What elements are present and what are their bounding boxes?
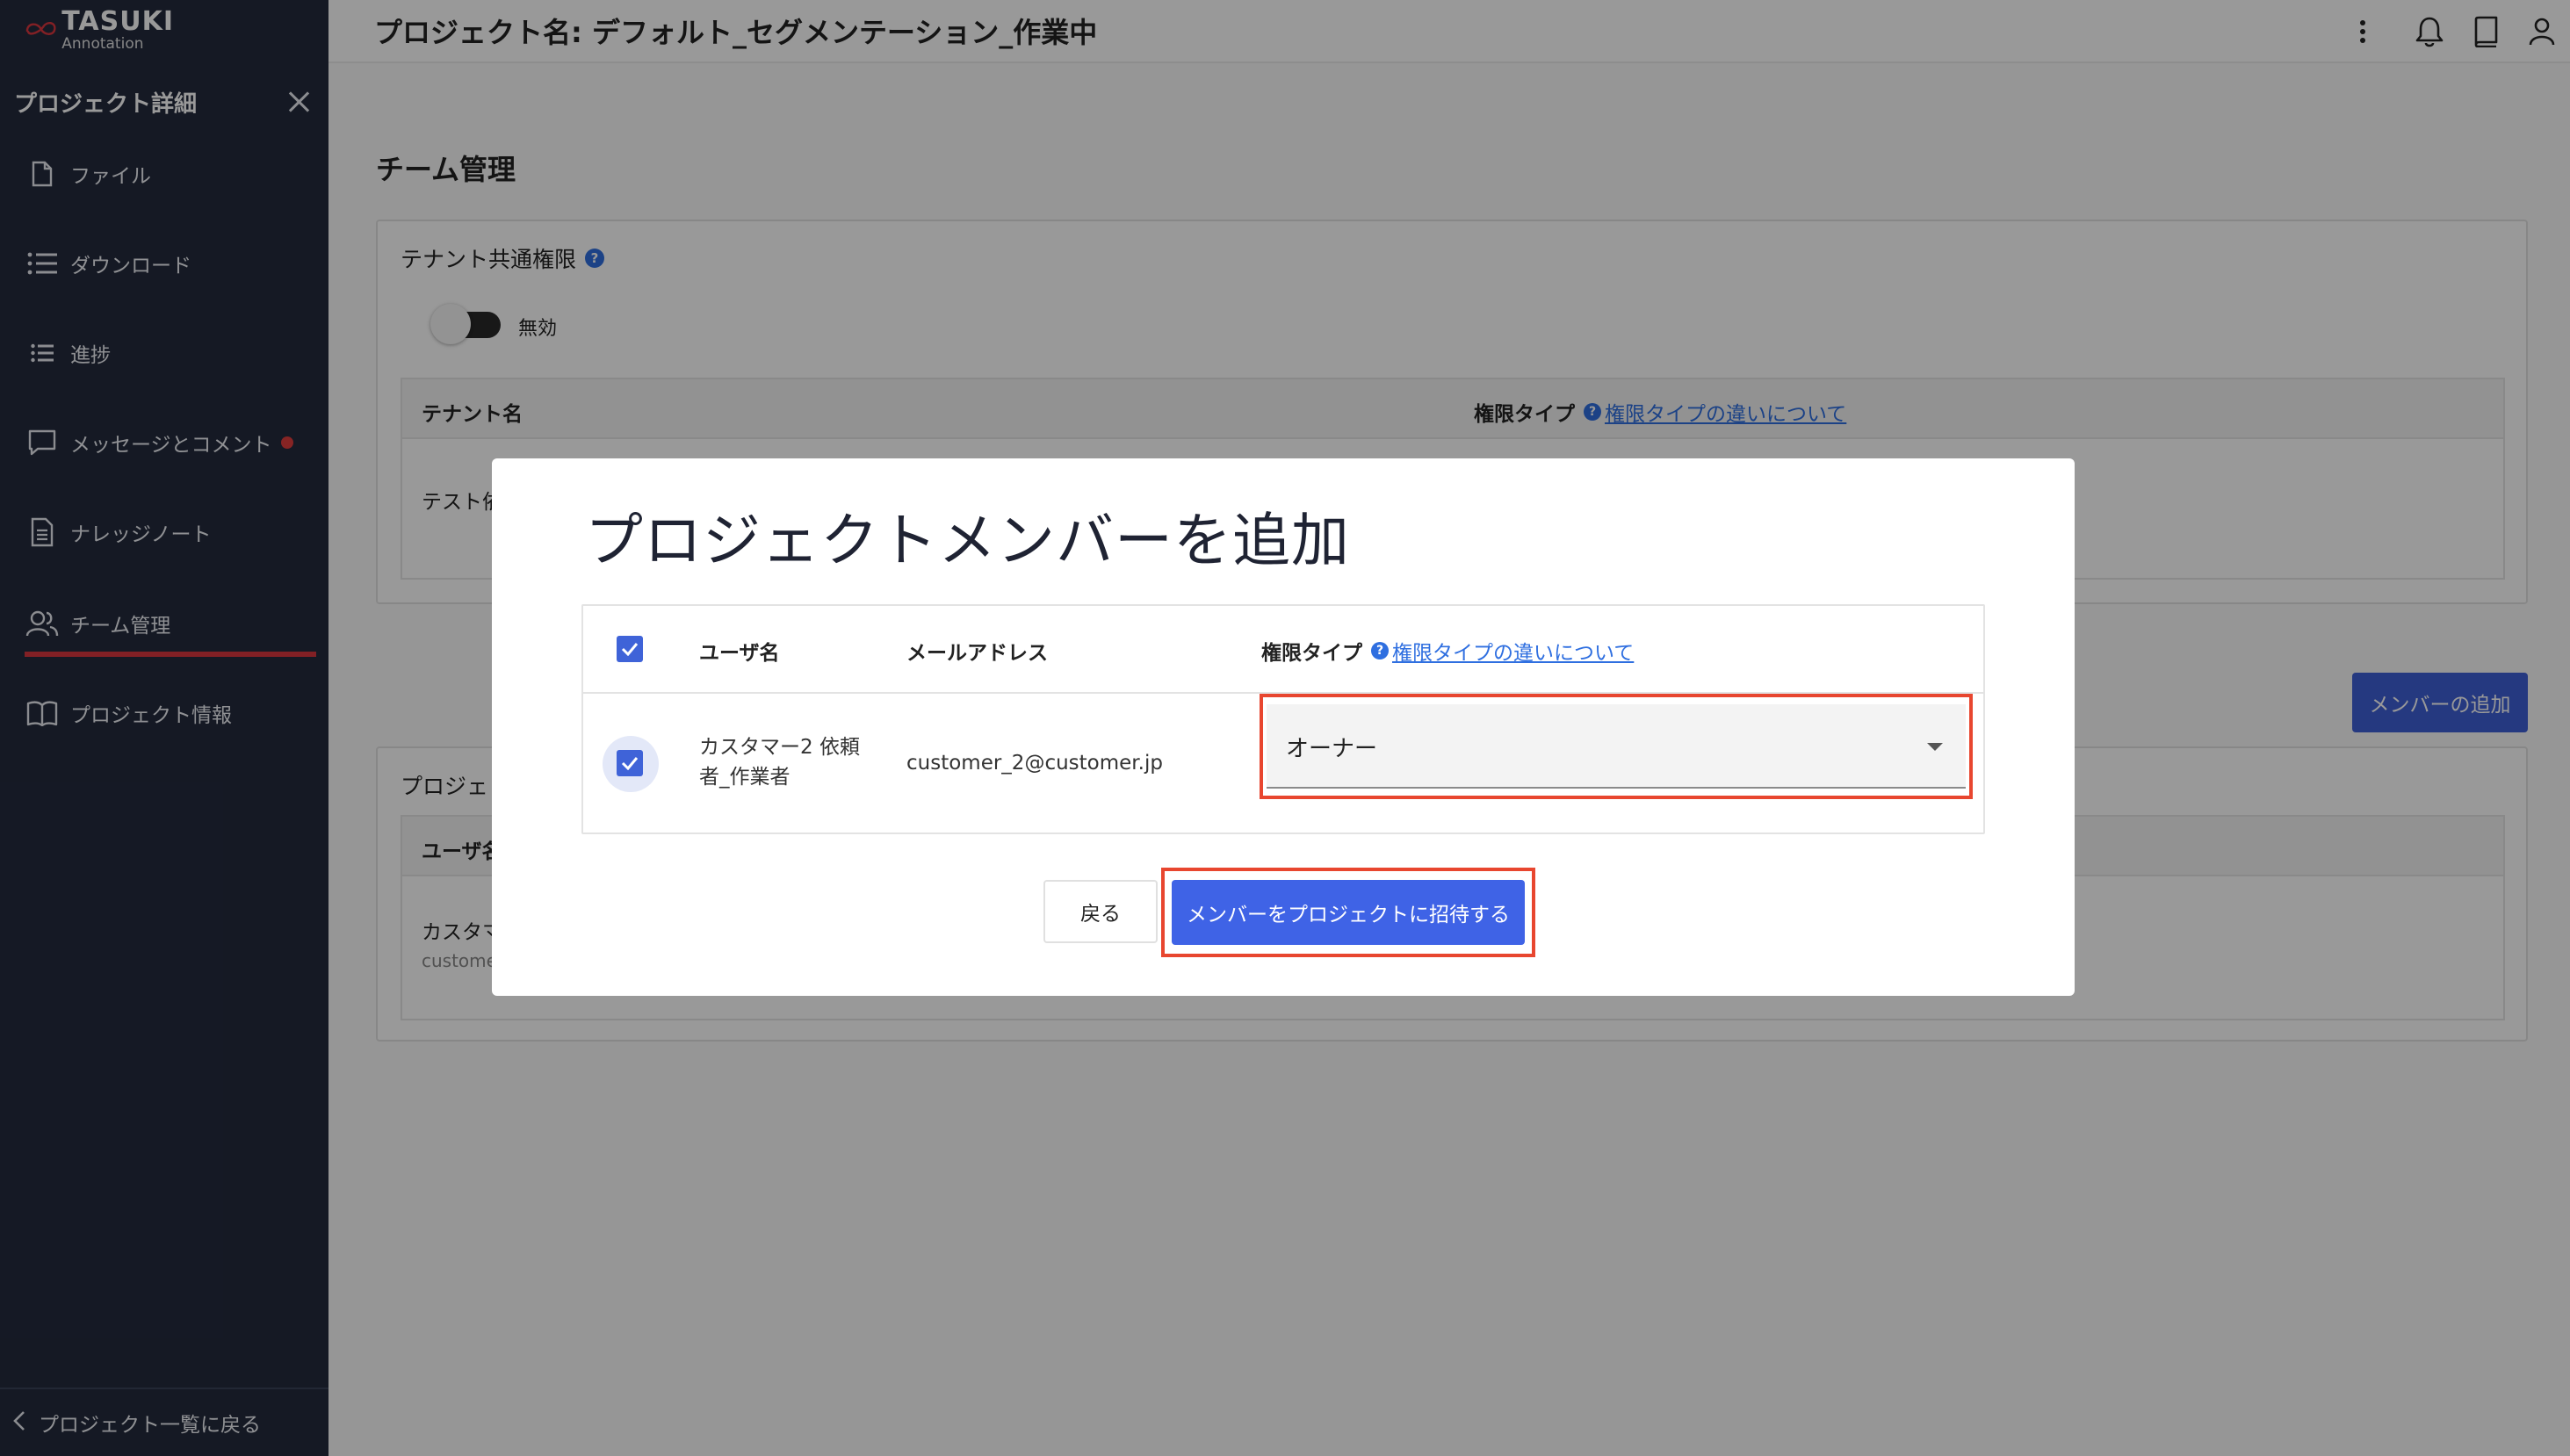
back-button[interactable]: 戻る: [1043, 880, 1158, 943]
permission-select-highlight: オーナー: [1260, 694, 1973, 799]
invite-button-highlight: メンバーをプロジェクトに招待する: [1161, 868, 1535, 957]
col-permission-label: 権限タイプ: [1261, 642, 1362, 665]
invite-member-button[interactable]: メンバーをプロジェクトに招待する: [1172, 880, 1525, 945]
member-selection-table: ユーザ名 メールアドレス 権限タイプ ? 権限タイプの違いについて カスタマー2…: [581, 604, 1985, 834]
col-email: メールアドレス: [906, 642, 1048, 665]
col-user-name: ユーザ名: [699, 642, 780, 665]
member-row-checkbox[interactable]: [617, 750, 643, 776]
chevron-down-icon: [1927, 743, 1943, 751]
permission-select[interactable]: オーナー: [1267, 704, 1966, 789]
permission-help-link[interactable]: 権限タイプの違いについて: [1392, 636, 1634, 666]
member-name-line1: カスタマー2 依頼: [699, 736, 860, 759]
col-permission-type: 権限タイプ ? 権限タイプの違いについて: [1261, 636, 1634, 666]
member-table-header: ユーザ名 メールアドレス 権限タイプ ? 権限タイプの違いについて: [583, 606, 1983, 694]
help-icon[interactable]: ?: [1371, 642, 1389, 660]
member-name-line2: 者_作業者: [699, 766, 790, 789]
member-email: customer_2@customer.jp: [906, 752, 1163, 775]
checkmark-icon: [621, 757, 639, 770]
permission-select-value: オーナー: [1286, 736, 1378, 762]
add-member-dialog: プロジェクトメンバーを追加 ユーザ名 メールアドレス 権限タイプ ? 権限タイプ…: [492, 458, 2075, 996]
select-all-checkbox[interactable]: [617, 636, 643, 662]
dialog-title: プロジェクトメンバーを追加: [585, 507, 1350, 574]
checkmark-icon: [621, 643, 639, 656]
